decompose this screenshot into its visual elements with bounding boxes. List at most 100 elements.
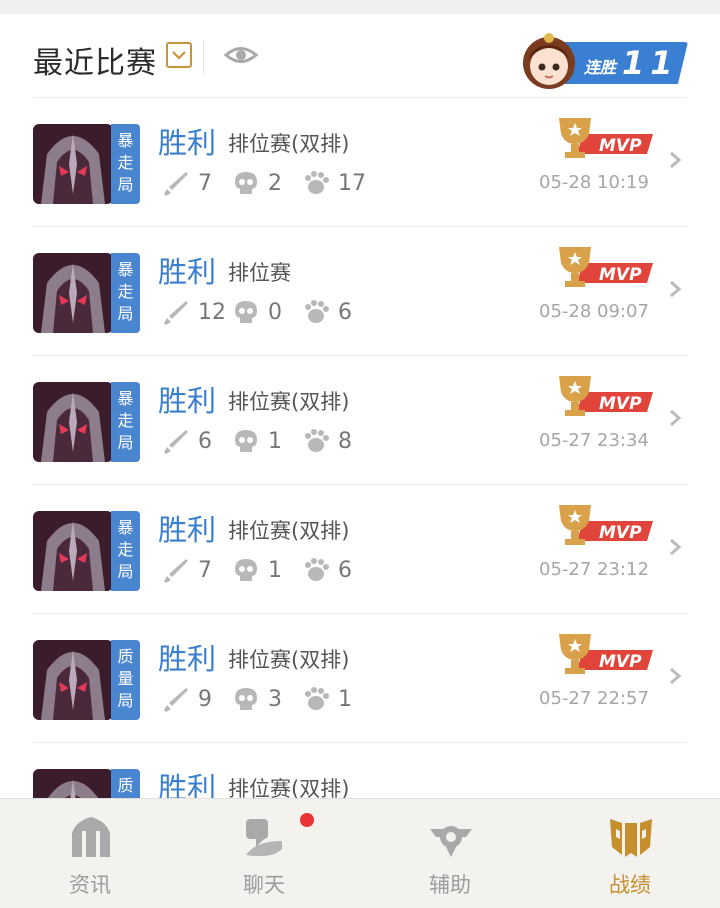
- mvp-trophy-icon: MVP: [559, 118, 653, 158]
- hero-portrait: [33, 640, 113, 720]
- kills-stat: 6: [162, 426, 212, 456]
- assists-stat: 6: [302, 297, 352, 327]
- mvp-trophy-icon: MVP: [559, 505, 653, 545]
- match-row[interactable]: 暴走局 胜利 排位赛(双排) 7 2 17 MVP 05-28 10:19: [0, 98, 720, 226]
- news-icon: [72, 817, 110, 857]
- match-time: 05-27 23:34: [539, 430, 649, 451]
- match-mode-tag: 暴走局: [111, 124, 140, 204]
- mvp-badge: MVP: [555, 374, 655, 418]
- assists-stat: 17: [302, 168, 366, 198]
- tab-records[interactable]: 战绩: [570, 799, 690, 908]
- deaths-stat: 1: [232, 426, 282, 456]
- match-result: 胜利: [158, 255, 217, 289]
- match-mode-tag: 质: [111, 769, 140, 798]
- assists-paw-icon: [305, 429, 329, 452]
- deaths-stat: 1: [232, 555, 282, 585]
- match-result: 胜利: [158, 771, 217, 798]
- hero-portrait-icon: [33, 511, 113, 591]
- mvp-label: MVP: [599, 523, 642, 543]
- tab-news[interactable]: 资讯: [30, 799, 150, 908]
- match-type: 排位赛(双排): [228, 519, 350, 543]
- assist-icon: [430, 826, 472, 857]
- streak-count: 11: [622, 44, 679, 82]
- record-icon: [610, 819, 652, 857]
- match-row[interactable]: 质 胜利 排位赛(双排): [0, 743, 720, 798]
- assists-value: 8: [338, 428, 352, 454]
- top-strip: [0, 0, 720, 14]
- section-title: 最近比赛: [33, 46, 157, 81]
- match-mode-tag: 暴走局: [111, 253, 140, 333]
- deaths-skull-icon: [235, 172, 257, 194]
- kills-stat: 7: [162, 555, 212, 585]
- kills-stat: 7: [162, 168, 212, 198]
- deaths-value: 1: [268, 428, 282, 454]
- deaths-value: 0: [268, 299, 282, 325]
- match-mode-label: 质量局: [117, 647, 134, 710]
- streak-avatar-icon: [523, 33, 575, 89]
- mvp-label: MVP: [599, 136, 642, 156]
- deaths-skull-icon: [235, 559, 257, 581]
- mvp-badge: MVP: [555, 632, 655, 676]
- assists-stat: 6: [302, 555, 352, 585]
- hero-portrait: [33, 382, 113, 462]
- match-detail-arrow[interactable]: [668, 666, 682, 686]
- match-time: 05-27 22:57: [539, 688, 649, 709]
- mvp-badge: MVP: [555, 245, 655, 289]
- chevron-down-icon: [172, 51, 186, 60]
- match-time: 05-27 23:12: [539, 559, 649, 580]
- deaths-skull-icon: [235, 688, 257, 710]
- mvp-label: MVP: [599, 265, 642, 285]
- tab-chat[interactable]: 聊天: [204, 799, 324, 908]
- assists-stat: 8: [302, 426, 352, 456]
- deaths-stat: 0: [232, 297, 282, 327]
- deaths-stat: 3: [232, 684, 282, 714]
- tab-label: 辅助: [429, 873, 471, 897]
- hero-portrait-icon: [33, 382, 113, 462]
- tab-assist[interactable]: 辅助: [390, 799, 510, 908]
- match-mode-label: 暴走局: [117, 260, 134, 323]
- kills-sword-icon: [164, 688, 188, 712]
- mvp-label: MVP: [599, 394, 642, 414]
- match-detail-arrow[interactable]: [668, 408, 682, 428]
- chevron-right-icon: [670, 151, 682, 169]
- mvp-trophy-icon: MVP: [559, 376, 653, 416]
- match-detail-arrow[interactable]: [668, 537, 682, 557]
- match-detail-arrow[interactable]: [668, 279, 682, 299]
- match-time: 05-28 09:07: [539, 301, 649, 322]
- match-row[interactable]: 暴走局 胜利 排位赛(双排) 7 1 6 MVP 05-27 23:12: [0, 485, 720, 613]
- match-time: 05-28 10:19: [539, 172, 649, 193]
- assists-paw-icon: [305, 171, 329, 194]
- kills-sword-icon: [164, 172, 188, 196]
- match-type: 排位赛: [228, 261, 291, 285]
- match-result: 胜利: [158, 513, 217, 547]
- kills-sword-icon: [164, 430, 188, 454]
- match-row[interactable]: 暴走局 胜利 排位赛 12 0 6 MVP 05-28 09:07: [0, 227, 720, 355]
- unread-badge: [300, 813, 314, 827]
- mvp-trophy-icon: MVP: [559, 247, 653, 287]
- kills-value: 9: [198, 686, 212, 712]
- assists-value: 17: [338, 170, 366, 196]
- hero-portrait-icon: [33, 640, 113, 720]
- match-mode-label: 暴走局: [117, 131, 134, 194]
- visibility-eye-icon[interactable]: [223, 40, 259, 70]
- mvp-badge: MVP: [555, 116, 655, 160]
- deaths-stat: 2: [232, 168, 282, 198]
- match-mode-label: 质: [117, 776, 134, 795]
- recent-matches-panel: 最近比赛 连胜 11 暴走局 胜利 排位赛(双排) 7 2 17 MVP 05-…: [0, 14, 720, 798]
- win-streak-badge: 连胜 11: [518, 24, 690, 94]
- hero-portrait-icon: [33, 253, 113, 333]
- hero-portrait: [33, 253, 113, 333]
- deaths-value: 2: [268, 170, 282, 196]
- tab-label: 战绩: [609, 873, 651, 897]
- match-row[interactable]: 暴走局 胜利 排位赛(双排) 6 1 8 MVP 05-27 23:34: [0, 356, 720, 484]
- match-detail-arrow[interactable]: [668, 150, 682, 170]
- chevron-right-icon: [670, 409, 682, 427]
- streak-label: 连胜: [584, 58, 617, 77]
- hero-portrait: [33, 769, 113, 798]
- filter-dropdown-button[interactable]: [166, 42, 192, 68]
- assists-stat: 1: [302, 684, 352, 714]
- deaths-value: 3: [268, 686, 282, 712]
- header-separator: [203, 40, 204, 74]
- assists-paw-icon: [305, 687, 329, 710]
- match-row[interactable]: 质量局 胜利 排位赛(双排) 9 3 1 MVP 05-27 22:57: [0, 614, 720, 742]
